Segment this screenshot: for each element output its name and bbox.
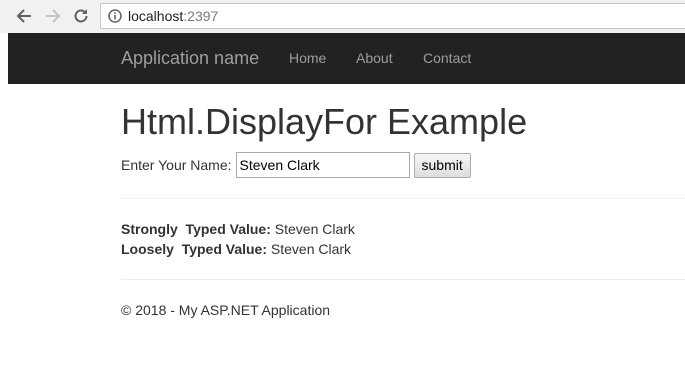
reload-icon[interactable] [70,5,92,27]
back-arrow-icon[interactable] [13,5,35,27]
nav-home-link[interactable]: Home [289,50,326,66]
url-port: :2397 [183,8,219,24]
name-form: Enter Your Name: submit [121,152,471,178]
site-navbar: Application name Home About Contact [8,33,685,84]
submit-button[interactable]: submit [413,152,471,178]
loosely-typed-label: Loosely Typed Value: [121,241,268,257]
page-title: Html.DisplayFor Example [121,101,528,142]
forward-arrow-icon[interactable] [42,5,64,27]
nav-contact-link[interactable]: Contact [423,50,471,66]
url-host: localhost [128,8,184,24]
info-icon[interactable] [108,9,122,28]
strongly-typed-label: Strongly Typed Value: [121,221,271,237]
divider [121,198,685,199]
loosely-typed-value: Steven Clark [267,241,352,257]
name-input[interactable] [235,152,410,178]
name-label: Enter Your Name: [121,157,232,173]
url-text: localhost:2397 [128,8,218,24]
strongly-typed-value: Steven Clark [270,221,355,237]
loosely-typed-row: Loosely Typed Value: Steven Clark [121,241,351,257]
strongly-typed-row: Strongly Typed Value: Steven Clark [121,221,355,237]
browser-toolbar: localhost:2397 [0,0,685,33]
brand-link[interactable]: Application name [121,48,259,69]
address-bar[interactable]: localhost:2397 [100,3,685,29]
nav-about-link[interactable]: About [356,50,393,66]
footer-text: © 2018 - My ASP.NET Application [121,302,331,318]
footer-divider [121,279,685,280]
